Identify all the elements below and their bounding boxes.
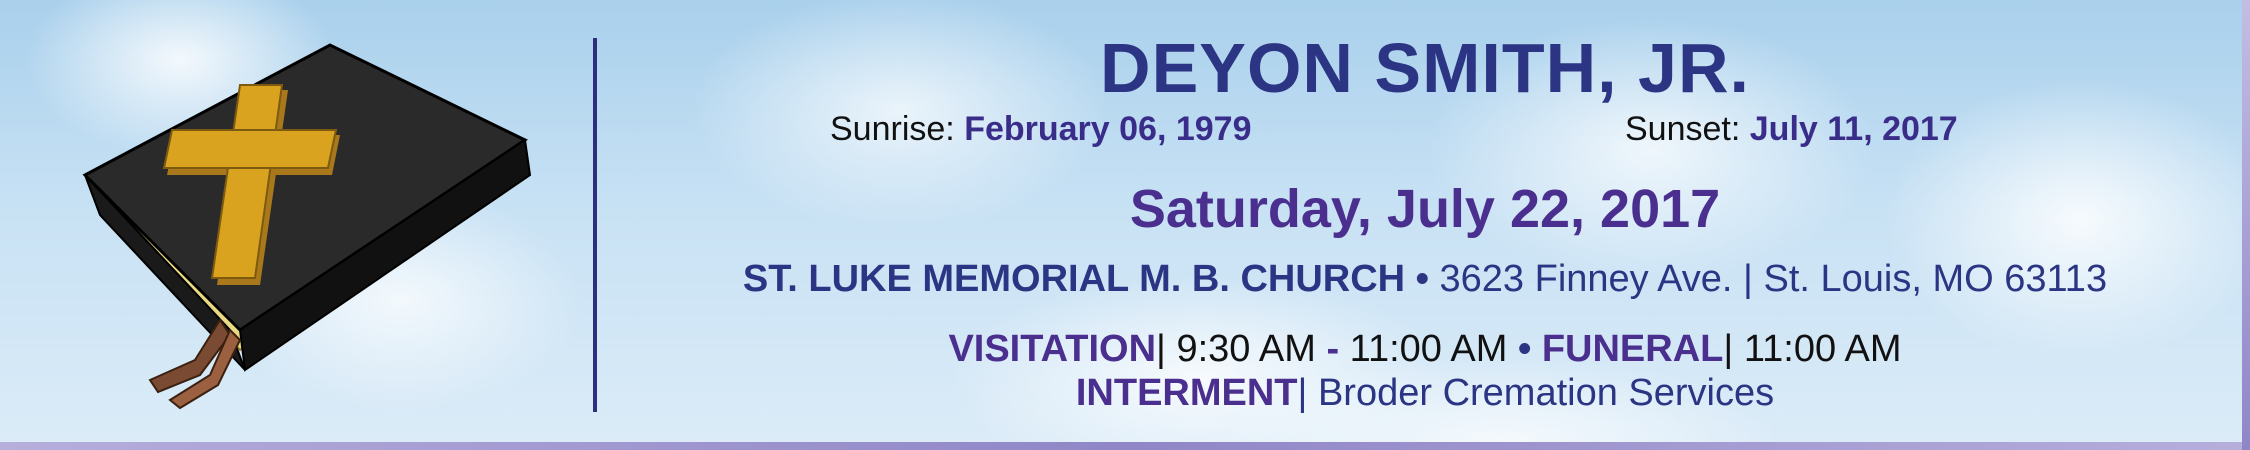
bullet-separator: • <box>1507 328 1542 370</box>
vertical-divider <box>593 38 597 412</box>
bullet-separator: • <box>1405 258 1440 300</box>
visitation-label: VISITATION <box>948 328 1157 370</box>
service-times: VISITATION| 9:30 AM - 11:00 AM • FUNERAL… <box>640 328 2210 371</box>
life-dates: Sunrise: February 06, 1979 Sunset: July … <box>640 110 2210 154</box>
visitation-separator: | <box>1156 328 1177 370</box>
interment-place: Broder Cremation Services <box>1317 372 1775 414</box>
interment-line: INTERMENT| Broder Cremation Services <box>640 372 2210 415</box>
sunrise-date: February 06, 1979 <box>964 110 1252 148</box>
church-line: ST. LUKE MEMORIAL M. B. CHURCH • 3623 Fi… <box>640 258 2210 301</box>
sunset-date: July 11, 2017 <box>1749 110 1958 148</box>
service-date: Saturday, July 22, 2017 <box>1129 179 1721 239</box>
funeral-label: FUNERAL <box>1541 328 1724 370</box>
visitation-start: 9:30 AM <box>1176 328 1316 370</box>
sunset-group: Sunset: July 11, 2017 <box>1625 110 1958 149</box>
church-name: ST. LUKE MEMORIAL M. B. CHURCH <box>742 258 1406 300</box>
funeral-separator: | <box>1723 328 1744 370</box>
interment-separator: | <box>1297 372 1318 414</box>
church-address: 3623 Finney Ave. | St. Louis, MO 63113 <box>1439 258 2108 300</box>
visitation-end: 11:00 AM <box>1349 328 1508 370</box>
memorial-text-block: DEYON SMITH, JR. Sunrise: February 06, 1… <box>640 0 2210 450</box>
memorial-banner: DEYON SMITH, JR. Sunrise: February 06, 1… <box>0 0 2250 450</box>
right-border <box>2242 0 2250 450</box>
bible-icon <box>82 43 532 410</box>
sunset-label: Sunset: <box>1625 110 1741 148</box>
sunrise-label: Sunrise: <box>830 110 955 148</box>
sunrise-group: Sunrise: February 06, 1979 <box>830 110 1251 149</box>
interment-label: INTERMENT <box>1075 372 1298 414</box>
visitation-dash: - <box>1315 328 1350 370</box>
bookmark-ribbon-icon <box>148 318 242 410</box>
deceased-name: DEYON SMITH, JR. <box>1100 29 1750 107</box>
funeral-time: 11:00 AM <box>1743 328 1902 370</box>
